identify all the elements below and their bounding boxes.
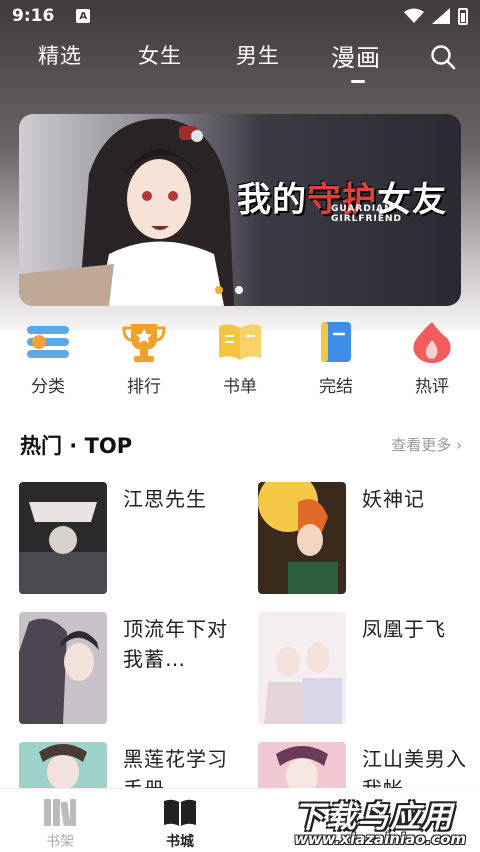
top-nav: 精选 女生 男生 漫画 — [0, 36, 480, 86]
battery-icon — [458, 7, 468, 25]
category-shortcuts: 分类 排行 书单 完结 热评 — [0, 320, 480, 400]
book-cover — [19, 612, 107, 724]
bookshelf-icon — [44, 799, 76, 827]
signal-icon — [432, 8, 450, 24]
category-hot-comments[interactable]: 热评 — [397, 320, 467, 397]
category-label: 分类 — [31, 377, 65, 397]
book-item[interactable]: 凤凰于飞 — [258, 612, 472, 724]
category-icon — [27, 326, 69, 358]
tab-bookstore[interactable]: 书城 — [150, 797, 210, 851]
pagination-dot-2[interactable] — [235, 286, 243, 294]
trophy-icon — [122, 324, 166, 362]
open-book-icon — [219, 324, 261, 360]
category-label: 排行 — [127, 377, 161, 397]
search-icon[interactable] — [430, 44, 456, 70]
book-title: 凤凰于飞 — [362, 617, 446, 641]
category-ranking[interactable]: 排行 — [109, 320, 179, 397]
notification-badge: A — [76, 9, 91, 23]
category-classify[interactable]: 分类 — [13, 320, 83, 397]
finished-book-icon — [321, 322, 351, 362]
book-cover — [258, 612, 346, 724]
category-label: 热评 — [415, 377, 449, 397]
book-item[interactable]: 顶流年下对我蓄… — [19, 612, 233, 724]
chevron-right-icon: › — [456, 436, 462, 454]
watermark-url: www.xiazainiao.com — [294, 830, 467, 848]
see-more-label: 查看更多 — [391, 436, 452, 454]
tab-featured[interactable]: 精选 — [38, 40, 82, 70]
flame-icon — [413, 322, 451, 363]
book-title: 顶流年下对我蓄… — [123, 617, 228, 671]
book-item[interactable]: 江思先生 — [19, 482, 233, 594]
book-item[interactable]: 妖神记 — [258, 482, 472, 594]
banner-title-part1: 我的 — [237, 180, 307, 220]
watermark: 下载鸟应用 www.xiazainiao.com — [284, 788, 480, 852]
promo-banner[interactable]: 我的守护女友 GUARDIAN GIRLFRIEND — [19, 114, 461, 306]
banner-subtitle: GUARDIAN GIRLFRIEND — [331, 204, 402, 224]
book-title: 江思先生 — [123, 487, 207, 511]
wifi-icon — [404, 8, 424, 23]
category-label: 完结 — [319, 377, 353, 397]
category-finished[interactable]: 完结 — [301, 320, 371, 397]
book-cover — [258, 482, 346, 594]
tab-label: 书架 — [46, 834, 74, 850]
tab-label: 书城 — [166, 834, 194, 850]
book-cover — [19, 482, 107, 594]
category-label: 书单 — [223, 377, 257, 397]
pagination-dot-1[interactable] — [215, 286, 223, 294]
section-title: 热门 · TOP — [20, 434, 133, 458]
category-booklist[interactable]: 书单 — [205, 320, 275, 397]
active-tab-indicator — [351, 80, 365, 83]
open-book-icon — [164, 799, 196, 826]
tab-bookshelf[interactable]: 书架 — [30, 797, 90, 851]
banner-pagination — [215, 286, 243, 294]
tab-male[interactable]: 男生 — [236, 40, 280, 70]
status-time: 9:16 — [12, 6, 55, 26]
tab-comics[interactable]: 漫画 — [331, 38, 381, 73]
tab-female[interactable]: 女生 — [138, 40, 182, 70]
status-bar: 9:16 A — [0, 0, 480, 32]
book-title: 妖神记 — [362, 487, 425, 511]
see-more-link[interactable]: 查看更多 › — [391, 434, 462, 455]
